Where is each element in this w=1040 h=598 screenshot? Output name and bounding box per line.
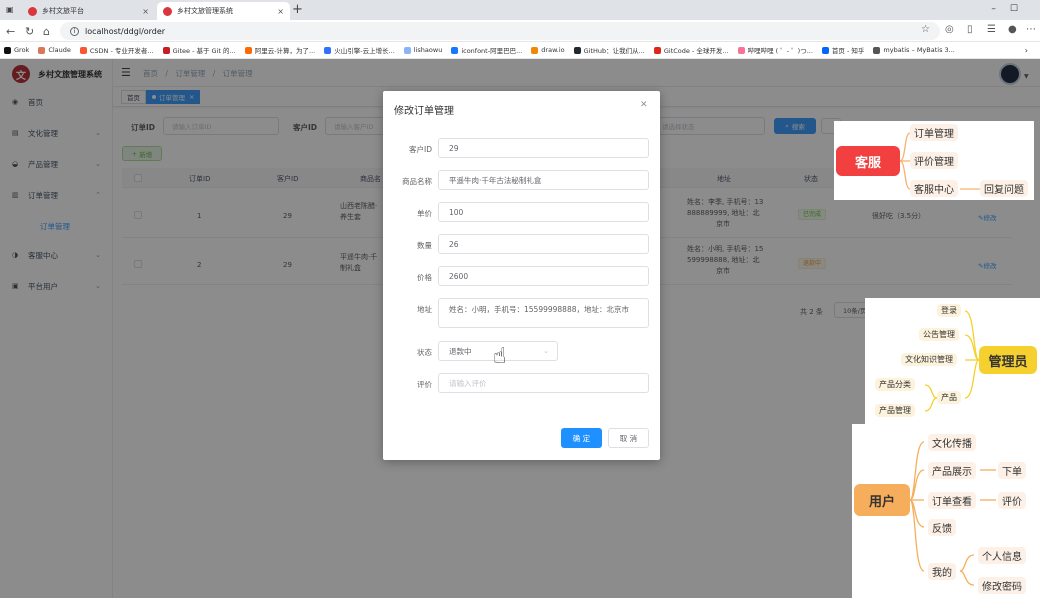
bookmark-item[interactable]: lishaowu bbox=[403, 46, 442, 54]
product-name-label: 商品名称 bbox=[402, 177, 432, 186]
tab-close-icon[interactable]: × bbox=[277, 7, 284, 16]
address-bar-row: ← ↻ ⌂ i localhost/ddgl/order ☆ ◎ ▯ ☰ ● ⋯ bbox=[0, 20, 1040, 42]
address-label: 地址 bbox=[417, 305, 432, 314]
site-favicon-icon bbox=[28, 6, 37, 16]
unit-price-field[interactable]: 100 bbox=[438, 202, 649, 222]
home-icon[interactable]: ⌂ bbox=[43, 25, 50, 38]
mindmap-node: 产品分类 bbox=[875, 378, 915, 391]
bookmark-item[interactable]: GitHub：让我们从... bbox=[573, 45, 645, 55]
mindmap-node: 我的 bbox=[928, 563, 956, 580]
mindmap-node: 评价 bbox=[998, 492, 1026, 509]
mindmap-node: 个人信息 bbox=[978, 547, 1026, 564]
collections-icon[interactable]: ☰ bbox=[987, 24, 996, 35]
mindmap-node: 回复问题 bbox=[980, 180, 1028, 197]
browser-tab-bar: ▣ 乡村文旅平台 × 乡村文旅管理系统 × + –☐ bbox=[0, 0, 1040, 20]
bookmark-item[interactable]: GitCode - 全球开发... bbox=[653, 45, 729, 55]
browser-tab-platform[interactable]: 乡村文旅平台 × bbox=[22, 2, 155, 20]
tab-close-icon[interactable]: × bbox=[142, 7, 149, 16]
new-tab-button[interactable]: + bbox=[292, 2, 303, 17]
confirm-button[interactable]: 确 定 bbox=[561, 428, 602, 448]
bookmark-item[interactable]: iconfont-阿里巴巴... bbox=[451, 45, 522, 55]
bookmark-item[interactable]: Grok bbox=[4, 46, 29, 54]
back-icon[interactable]: ← bbox=[6, 25, 15, 38]
url-text: localhost/ddgl/order bbox=[85, 26, 166, 36]
mindmap-root-admin: 管理员 bbox=[979, 346, 1037, 374]
dialog-title: 修改订单管理 bbox=[394, 106, 454, 117]
address-textarea[interactable]: 姓名：小明，手机号：15599998888，地址：北京市 bbox=[438, 298, 649, 328]
browser-tab-admin[interactable]: 乡村文旅管理系统 × bbox=[157, 2, 290, 20]
bookmark-item[interactable]: Claude bbox=[38, 46, 71, 54]
url-field[interactable]: i localhost/ddgl/order bbox=[60, 22, 940, 40]
mindmap-node: 产品管理 bbox=[875, 404, 915, 417]
mindmap-node: 订单查看 bbox=[928, 492, 976, 509]
site-favicon-icon bbox=[163, 6, 172, 16]
mindmap-node: 订单管理 bbox=[910, 124, 958, 141]
unit-price-label: 单价 bbox=[417, 209, 432, 218]
profile-icon[interactable]: ● bbox=[1008, 24, 1017, 35]
bookmark-item[interactable]: Gitee - 基于 Git 的... bbox=[162, 45, 236, 55]
cancel-button[interactable]: 取 消 bbox=[608, 428, 649, 448]
close-icon[interactable]: ✕ bbox=[640, 100, 648, 110]
bookmark-item[interactable]: 阿里云-计算，为了... bbox=[244, 45, 315, 55]
mindmap-root-service: 客服 bbox=[836, 146, 900, 176]
chevron-down-icon: ⌄ bbox=[543, 347, 549, 355]
split-icon[interactable]: ▯ bbox=[967, 24, 973, 35]
bookmark-item[interactable]: 哔哩哔哩 ( ゜- ゜)つ... bbox=[737, 45, 813, 55]
customer-id-label: 客户ID bbox=[409, 145, 432, 154]
bookmarks-overflow-icon[interactable]: › bbox=[1025, 46, 1028, 55]
price-field[interactable]: 2600 bbox=[438, 266, 649, 286]
mindmap-node: 下单 bbox=[998, 462, 1026, 479]
mindmap-node: 产品展示 bbox=[928, 462, 976, 479]
mindmap-node: 修改密码 bbox=[978, 577, 1026, 594]
mindmap-node: 文化知识管理 bbox=[901, 353, 957, 366]
bookmark-item[interactable]: draw.io bbox=[531, 46, 565, 54]
mindmap-node: 文化传播 bbox=[928, 434, 976, 451]
bookmark-item[interactable]: 首页 - 知乎 bbox=[821, 45, 864, 55]
customer-id-field[interactable]: 29 bbox=[438, 138, 649, 158]
hand-cursor-icon: ☝ bbox=[493, 344, 507, 369]
bookmarks-bar: Grok Claude CSDN - 专业开发者... Gitee - 基于 G… bbox=[0, 42, 1040, 59]
mindmap-node: 评价管理 bbox=[910, 152, 958, 169]
mindmap-node: 产品 bbox=[937, 391, 961, 404]
reload-icon[interactable]: ↻ bbox=[25, 25, 34, 38]
mindmap-node: 反馈 bbox=[928, 519, 956, 536]
evaluation-label: 评价 bbox=[417, 380, 432, 389]
tab-actions-icon[interactable]: ▣ bbox=[6, 5, 14, 14]
mindmap-user: 用户 文化传播 产品展示 订单查看 反馈 我的 下单 评价 个人信息 修改密码 bbox=[852, 424, 1040, 598]
product-name-field[interactable]: 平遥牛肉·千年古法秘制礼盒 bbox=[438, 170, 649, 190]
tab-title: 乡村文旅平台 bbox=[42, 7, 84, 15]
window-controls[interactable]: –☐ bbox=[991, 4, 1032, 14]
mindmap-admin: 管理员 登录 公告管理 文化知识管理 产品 产品分类 产品管理 bbox=[865, 298, 1040, 424]
status-label: 状态 bbox=[417, 348, 432, 357]
extensions-icon[interactable]: ◎ bbox=[945, 24, 954, 35]
edit-order-dialog: 修改订单管理 ✕ 客户ID 29 商品名称 平遥牛肉·千年古法秘制礼盒 单价 1… bbox=[383, 91, 660, 460]
tab-title: 乡村文旅管理系统 bbox=[177, 7, 233, 15]
quantity-label: 数量 bbox=[417, 241, 432, 250]
price-label: 价格 bbox=[417, 273, 432, 282]
mindmap-node: 公告管理 bbox=[919, 328, 959, 341]
mindmap-node: 客服中心 bbox=[910, 180, 958, 197]
quantity-field[interactable]: 26 bbox=[438, 234, 649, 254]
bookmark-item[interactable]: mybatis – MyBatis 3... bbox=[873, 46, 955, 54]
mindmap-service: 客服 订单管理 评价管理 客服中心 回复问题 bbox=[834, 121, 1034, 200]
favorite-star-icon[interactable]: ☆ bbox=[921, 24, 930, 35]
bookmark-item[interactable]: CSDN - 专业开发者... bbox=[79, 45, 154, 55]
mindmap-node: 登录 bbox=[937, 304, 961, 317]
bookmark-item[interactable]: 火山引擎-云上增长... bbox=[324, 45, 395, 55]
mindmap-root-user: 用户 bbox=[854, 484, 910, 516]
more-icon[interactable]: ⋯ bbox=[1026, 24, 1036, 35]
site-info-icon[interactable]: i bbox=[70, 26, 79, 36]
evaluation-input[interactable]: 请输入评价 bbox=[438, 373, 649, 393]
